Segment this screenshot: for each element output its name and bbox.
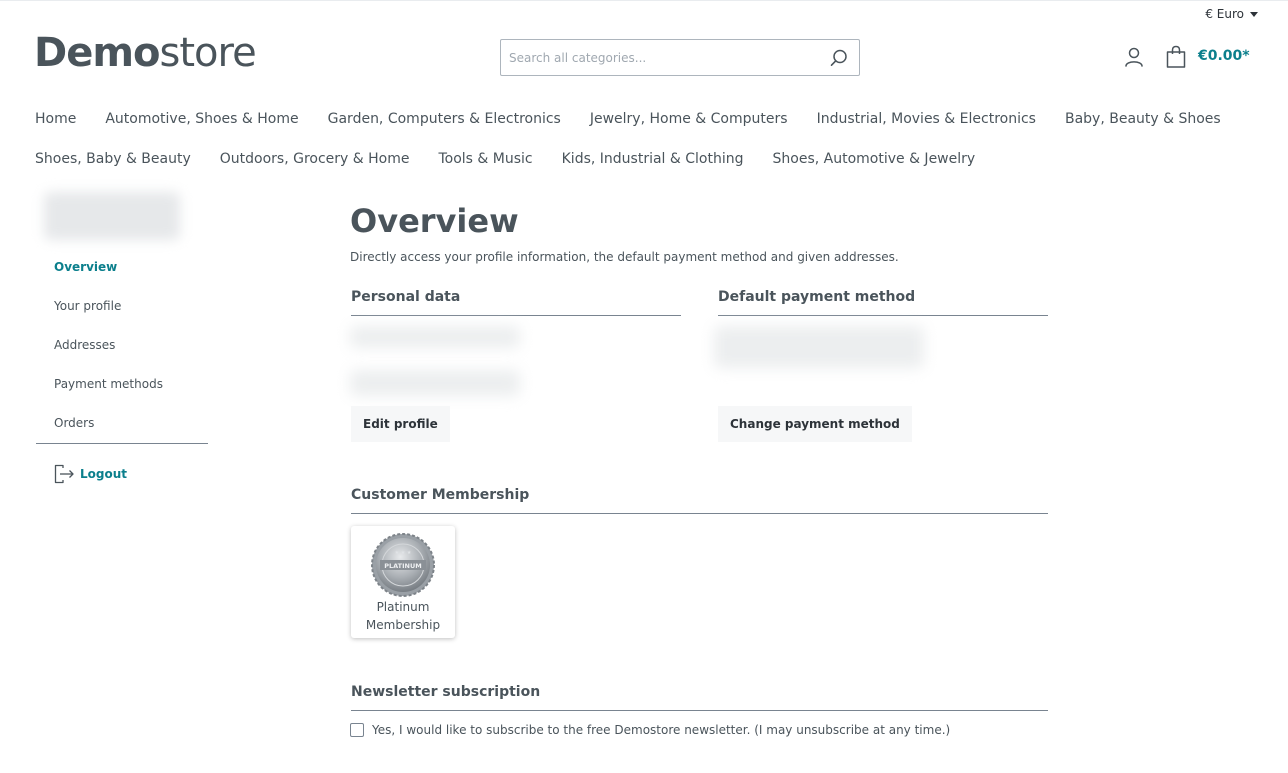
- newsletter-divider: [351, 710, 1048, 711]
- logo-bold-text: Demo: [34, 30, 160, 76]
- caret-down-icon: [1250, 12, 1258, 17]
- personal-data-title: Personal data: [351, 289, 461, 305]
- nav-item-tools-music[interactable]: Tools & Music: [438, 151, 532, 167]
- nav-item-shoes-automotive-jewelry[interactable]: Shoes, Automotive & Jewelry: [773, 151, 976, 167]
- search-bar: [500, 39, 860, 76]
- cart-icon[interactable]: [1165, 45, 1187, 69]
- personal-data-divider: [351, 315, 681, 316]
- personal-data-blurred: [350, 326, 520, 348]
- currency-selector[interactable]: € Euro: [1205, 7, 1258, 21]
- search-icon[interactable]: [829, 48, 849, 68]
- membership-name: Platinum Membership: [365, 600, 441, 632]
- logout-label: Logout: [80, 467, 128, 481]
- logout-icon: [54, 464, 74, 484]
- nav-item-automotive-shoes-home[interactable]: Automotive, Shoes & Home: [105, 111, 298, 127]
- svg-text:★ ★ ★: ★ ★ ★: [395, 550, 412, 556]
- nav-item-shoes-baby-beauty[interactable]: Shoes, Baby & Beauty: [35, 151, 191, 167]
- account-menu: Overview Your profile Addresses Payment …: [54, 258, 163, 453]
- membership-title: Customer Membership: [351, 487, 530, 503]
- membership-badge[interactable]: PLATINUM ★ ★ ★ Platinum Membership: [351, 526, 455, 638]
- sidebar-item-payment-methods[interactable]: Payment methods: [54, 375, 163, 414]
- membership-divider: [351, 513, 1048, 514]
- personal-data-blurred: [350, 370, 520, 396]
- account-icon[interactable]: [1123, 46, 1145, 68]
- logout-link[interactable]: Logout: [54, 464, 127, 484]
- payment-method-blurred: [714, 326, 924, 368]
- nav-row: Home Automotive, Shoes & Home Garden, Co…: [35, 99, 1255, 139]
- top-border: [0, 0, 1288, 1]
- edit-profile-button[interactable]: Edit profile: [351, 406, 450, 442]
- page-title: Overview: [350, 202, 519, 240]
- nav-item-kids-industrial-clothing[interactable]: Kids, Industrial & Clothing: [562, 151, 744, 167]
- nav-item-home[interactable]: Home: [35, 111, 76, 127]
- sidebar-item-addresses[interactable]: Addresses: [54, 336, 163, 375]
- store-logo[interactable]: Demostore: [34, 30, 257, 76]
- search-input[interactable]: [501, 40, 821, 75]
- nav-item-industrial-movies-electronics[interactable]: Industrial, Movies & Electronics: [817, 111, 1036, 127]
- payment-method-title: Default payment method: [718, 289, 916, 305]
- nav-item-outdoors-grocery-home[interactable]: Outdoors, Grocery & Home: [220, 151, 410, 167]
- newsletter-title: Newsletter subscription: [351, 684, 541, 700]
- newsletter-checkbox[interactable]: [350, 723, 364, 737]
- change-payment-method-button[interactable]: Change payment method: [718, 406, 912, 442]
- nav-item-garden-computers-electronics[interactable]: Garden, Computers & Electronics: [328, 111, 561, 127]
- sidebar-item-overview[interactable]: Overview: [54, 258, 163, 297]
- page-intro: Directly access your profile information…: [350, 250, 899, 264]
- nav-row: Shoes, Baby & Beauty Outdoors, Grocery &…: [35, 139, 1255, 179]
- cart-total[interactable]: €0.00*: [1198, 48, 1250, 64]
- currency-label: € Euro: [1205, 7, 1244, 21]
- sidebar-item-orders[interactable]: Orders: [54, 414, 163, 453]
- nav-item-jewelry-home-computers[interactable]: Jewelry, Home & Computers: [590, 111, 788, 127]
- account-name-blurred: [44, 192, 180, 240]
- platinum-medal-icon: PLATINUM ★ ★ ★: [371, 533, 435, 597]
- newsletter-label: Yes, I would like to subscribe to the fr…: [372, 723, 951, 737]
- sidebar-item-your-profile[interactable]: Your profile: [54, 297, 163, 336]
- nav-item-baby-beauty-shoes[interactable]: Baby, Beauty & Shoes: [1065, 111, 1221, 127]
- logo-light-text: store: [159, 30, 257, 76]
- payment-method-divider: [718, 315, 1048, 316]
- badge-text: PLATINUM: [384, 562, 421, 570]
- sidebar-divider: [36, 443, 208, 444]
- main-navigation: Home Automotive, Shoes & Home Garden, Co…: [35, 99, 1255, 179]
- newsletter-checkbox-row[interactable]: Yes, I would like to subscribe to the fr…: [350, 723, 950, 737]
